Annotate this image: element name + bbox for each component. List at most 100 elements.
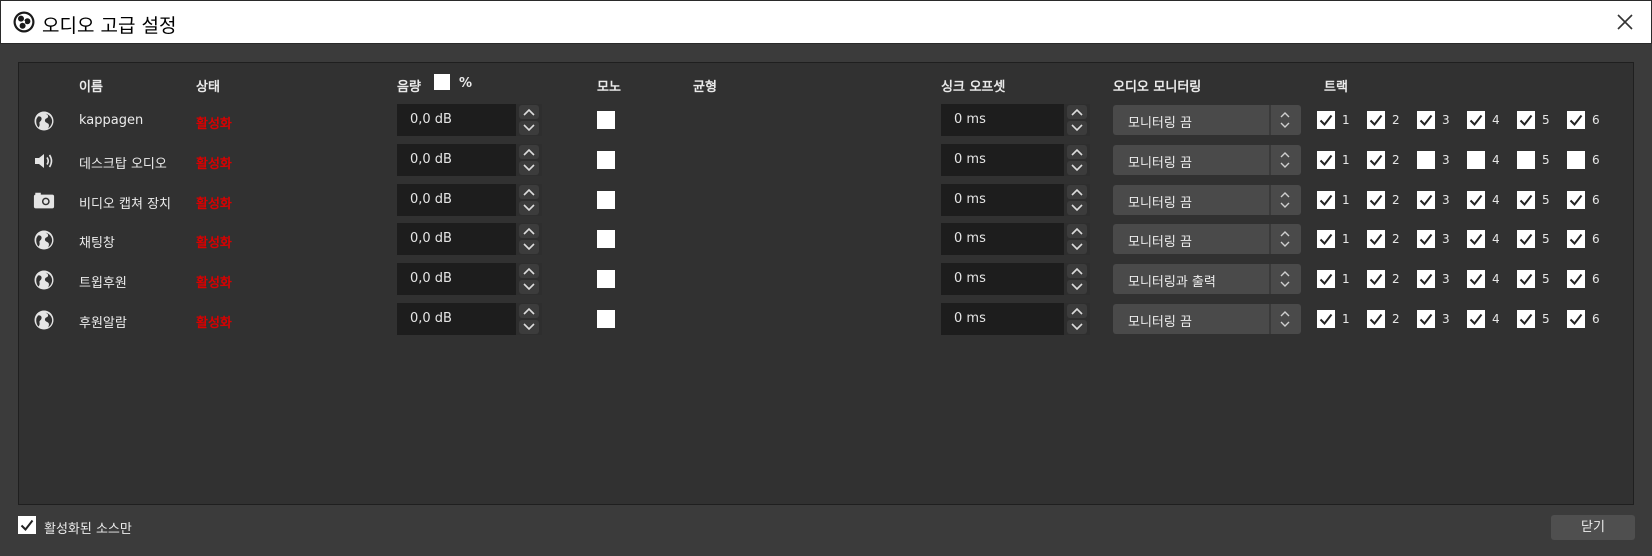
updown-arrows-icon[interactable]: [1275, 308, 1295, 330]
chevron-down-icon[interactable]: [1067, 320, 1087, 334]
track-checkbox-2[interactable]: [1367, 270, 1385, 288]
track-checkbox-5[interactable]: [1517, 270, 1535, 288]
chevron-up-icon[interactable]: [519, 185, 539, 199]
mono-checkbox[interactable]: [597, 151, 615, 169]
volume-value[interactable]: 0,0 dB: [410, 271, 452, 286]
chevron-down-icon[interactable]: [519, 161, 539, 175]
track-checkbox-6[interactable]: [1567, 151, 1585, 169]
close-button[interactable]: 닫기: [1551, 515, 1635, 540]
sync-offset-value[interactable]: 0 ms: [954, 271, 986, 286]
chevron-up-icon[interactable]: [1067, 264, 1087, 278]
track-checkbox-5[interactable]: [1517, 111, 1535, 129]
volume-value[interactable]: 0,0 dB: [410, 112, 452, 127]
updown-arrows-icon[interactable]: [1275, 189, 1295, 211]
updown-arrows-icon[interactable]: [1275, 149, 1295, 171]
active-only-checkbox[interactable]: [18, 516, 36, 534]
track-checkbox-3[interactable]: [1417, 151, 1435, 169]
track-checkbox-6[interactable]: [1567, 270, 1585, 288]
track-checkbox-1[interactable]: [1317, 230, 1335, 248]
chevron-up-icon[interactable]: [1067, 304, 1087, 318]
track-checkbox-5[interactable]: [1517, 310, 1535, 328]
sync-offset-spinbox[interactable]: 0 ms: [941, 184, 1090, 216]
volume-value[interactable]: 0,0 dB: [410, 231, 452, 246]
monitoring-dropdown[interactable]: 모니터링 끔: [1113, 105, 1301, 135]
track-checkbox-4[interactable]: [1467, 191, 1485, 209]
volume-spinbox[interactable]: 0,0 dB: [397, 223, 542, 255]
volume-spinbox[interactable]: 0,0 dB: [397, 303, 542, 335]
monitoring-dropdown[interactable]: 모니터링 끔: [1113, 185, 1301, 215]
chevron-down-icon[interactable]: [1067, 121, 1087, 135]
chevron-down-icon[interactable]: [519, 121, 539, 135]
updown-arrows-icon[interactable]: [1275, 109, 1295, 131]
track-checkbox-6[interactable]: [1567, 230, 1585, 248]
sync-offset-value[interactable]: 0 ms: [954, 112, 986, 127]
track-checkbox-4[interactable]: [1467, 151, 1485, 169]
track-checkbox-6[interactable]: [1567, 191, 1585, 209]
volume-value[interactable]: 0,0 dB: [410, 192, 452, 207]
chevron-down-icon[interactable]: [1067, 201, 1087, 215]
track-checkbox-2[interactable]: [1367, 230, 1385, 248]
volume-percent-checkbox[interactable]: [434, 74, 450, 90]
sync-offset-spinbox[interactable]: 0 ms: [941, 223, 1090, 255]
monitoring-dropdown[interactable]: 모니터링 끔: [1113, 145, 1301, 175]
chevron-up-icon[interactable]: [519, 264, 539, 278]
sync-offset-spinbox[interactable]: 0 ms: [941, 104, 1090, 136]
chevron-up-icon[interactable]: [519, 145, 539, 159]
mono-checkbox[interactable]: [597, 270, 615, 288]
sync-offset-spinbox[interactable]: 0 ms: [941, 263, 1090, 295]
chevron-down-icon[interactable]: [519, 320, 539, 334]
mono-checkbox[interactable]: [597, 310, 615, 328]
volume-value[interactable]: 0,0 dB: [410, 152, 452, 167]
track-checkbox-4[interactable]: [1467, 310, 1485, 328]
chevron-down-icon[interactable]: [519, 280, 539, 294]
track-checkbox-2[interactable]: [1367, 191, 1385, 209]
chevron-down-icon[interactable]: [1067, 161, 1087, 175]
track-checkbox-5[interactable]: [1517, 151, 1535, 169]
monitoring-dropdown[interactable]: 모니터링 끔: [1113, 304, 1301, 334]
track-checkbox-1[interactable]: [1317, 310, 1335, 328]
monitoring-dropdown[interactable]: 모니터링 끔: [1113, 224, 1301, 254]
sync-offset-spinbox[interactable]: 0 ms: [941, 303, 1090, 335]
mono-checkbox[interactable]: [597, 230, 615, 248]
volume-value[interactable]: 0,0 dB: [410, 311, 452, 326]
sync-offset-value[interactable]: 0 ms: [954, 311, 986, 326]
track-checkbox-1[interactable]: [1317, 191, 1335, 209]
track-checkbox-3[interactable]: [1417, 191, 1435, 209]
track-checkbox-4[interactable]: [1467, 111, 1485, 129]
chevron-down-icon[interactable]: [519, 201, 539, 215]
chevron-up-icon[interactable]: [519, 224, 539, 238]
track-checkbox-3[interactable]: [1417, 111, 1435, 129]
mono-checkbox[interactable]: [597, 191, 615, 209]
track-checkbox-6[interactable]: [1567, 111, 1585, 129]
updown-arrows-icon[interactable]: [1275, 228, 1295, 250]
track-checkbox-3[interactable]: [1417, 310, 1435, 328]
monitoring-dropdown[interactable]: 모니터링과 출력: [1113, 264, 1301, 294]
sync-offset-spinbox[interactable]: 0 ms: [941, 144, 1090, 176]
sync-offset-value[interactable]: 0 ms: [954, 152, 986, 167]
close-window-icon[interactable]: [1613, 10, 1637, 34]
track-checkbox-2[interactable]: [1367, 310, 1385, 328]
chevron-up-icon[interactable]: [1067, 145, 1087, 159]
track-checkbox-3[interactable]: [1417, 230, 1435, 248]
track-checkbox-5[interactable]: [1517, 230, 1535, 248]
track-checkbox-4[interactable]: [1467, 230, 1485, 248]
track-checkbox-5[interactable]: [1517, 191, 1535, 209]
updown-arrows-icon[interactable]: [1275, 268, 1295, 290]
track-checkbox-4[interactable]: [1467, 270, 1485, 288]
mono-checkbox[interactable]: [597, 111, 615, 129]
track-checkbox-1[interactable]: [1317, 270, 1335, 288]
chevron-up-icon[interactable]: [1067, 105, 1087, 119]
track-checkbox-3[interactable]: [1417, 270, 1435, 288]
sync-offset-value[interactable]: 0 ms: [954, 192, 986, 207]
chevron-down-icon[interactable]: [1067, 280, 1087, 294]
chevron-up-icon[interactable]: [1067, 185, 1087, 199]
track-checkbox-1[interactable]: [1317, 111, 1335, 129]
volume-spinbox[interactable]: 0,0 dB: [397, 144, 542, 176]
track-checkbox-2[interactable]: [1367, 111, 1385, 129]
volume-spinbox[interactable]: 0,0 dB: [397, 104, 542, 136]
chevron-up-icon[interactable]: [519, 304, 539, 318]
chevron-down-icon[interactable]: [1067, 240, 1087, 254]
volume-spinbox[interactable]: 0,0 dB: [397, 184, 542, 216]
volume-spinbox[interactable]: 0,0 dB: [397, 263, 542, 295]
chevron-up-icon[interactable]: [519, 105, 539, 119]
